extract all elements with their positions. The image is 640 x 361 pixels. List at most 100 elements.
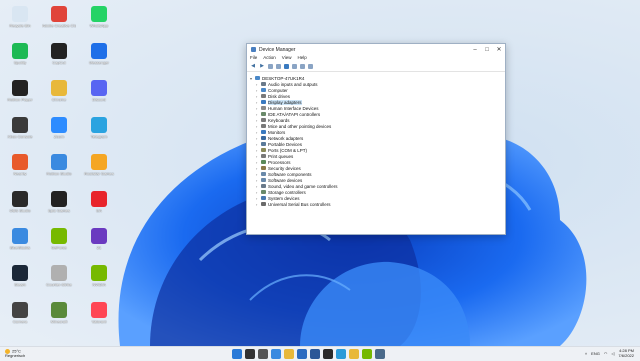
desktop-icon[interactable]: Minecraft <box>42 300 76 334</box>
xbox-icon <box>12 117 28 133</box>
steam-icon <box>12 265 28 281</box>
update-driver-icon[interactable] <box>292 64 297 69</box>
epic-icon <box>51 191 67 207</box>
desktop-icon[interactable]: OBS Studio <box>3 189 37 223</box>
desktop-icon[interactable]: Adobe Creative Cloud <box>42 4 76 38</box>
desktop-icon[interactable]: Steam <box>3 263 37 297</box>
task-view-icon[interactable] <box>258 349 268 359</box>
widgets-icon[interactable] <box>271 349 281 359</box>
menu-file[interactable]: File <box>250 55 257 62</box>
chevron-up-icon[interactable]: ˄ <box>585 351 587 356</box>
camera-icon <box>12 302 28 318</box>
start-icon[interactable] <box>232 349 242 359</box>
disk-icon <box>261 94 266 98</box>
view-icon[interactable] <box>276 64 281 69</box>
minimize-button[interactable]: – <box>469 47 481 53</box>
menu-help[interactable]: Help <box>297 55 306 62</box>
weather-widget[interactable]: 25°C Regnerisch <box>5 349 25 359</box>
storage-icon <box>261 190 266 194</box>
properties-icon[interactable] <box>268 64 273 69</box>
wifi-icon[interactable]: ◠ <box>604 351 608 356</box>
desktop-icon[interactable]: Chrome <box>42 78 76 112</box>
desktop-icon[interactable]: Nearby <box>3 152 37 186</box>
desktop-icon[interactable]: Epic Games <box>42 189 76 223</box>
desktop-icon[interactable]: CapCut <box>42 41 76 75</box>
desktop-icon[interactable]: Roblox Studio <box>42 152 76 186</box>
close-button[interactable]: ✕ <box>493 46 505 53</box>
menu-view[interactable]: View <box>282 55 292 62</box>
desktop: Recycle Bin Spotify Roblox Player Xbox Cons… <box>0 0 640 346</box>
desktop-icon[interactable]: Recycle Bin <box>3 4 37 38</box>
window-title: Device Manager <box>259 46 296 53</box>
device-manager-icon[interactable] <box>375 349 385 359</box>
desktop-icon[interactable]: Valorant <box>82 300 116 334</box>
processor-icon <box>261 160 266 164</box>
scan-hardware-icon[interactable] <box>300 64 305 69</box>
desktop-icon-label: Steam <box>14 282 26 287</box>
cs-icon <box>51 265 67 281</box>
desktop-icon-label: Discord <box>92 97 106 102</box>
desktop-icon[interactable]: EA <box>82 189 116 223</box>
menu-action[interactable]: Action <box>263 55 276 62</box>
volume-icon[interactable]: ◁ <box>611 351 614 356</box>
desktop-icon[interactable]: Roblox Player <box>3 78 37 112</box>
tree-node-label: Computer <box>268 87 288 93</box>
desktop-icon[interactable]: GeForce <box>42 226 76 260</box>
desktop-icon[interactable]: Spotify <box>3 41 37 75</box>
tree-node-label: Human Interface Devices <box>268 105 319 111</box>
nvidia-icon[interactable] <box>362 349 372 359</box>
desktop-icon[interactable]: WhatsApp <box>82 4 116 38</box>
desktop-icon-label: WhatsApp <box>89 23 109 28</box>
mouse-icon <box>261 124 266 128</box>
tree-node-label: Security devices <box>268 165 301 171</box>
desktop-icon[interactable]: Camera <box>3 300 37 334</box>
language-indicator[interactable]: ENG <box>591 351 600 356</box>
roblox-icon <box>12 80 28 96</box>
minecraft-icon <box>51 302 67 318</box>
desktop-icon[interactable]: Rockstar Games <box>82 152 116 186</box>
software-icon <box>261 172 266 176</box>
desktop-icon-label: NVIDIA <box>92 282 106 287</box>
nearby-icon <box>12 154 28 170</box>
tree-node-label: Monitors <box>268 129 286 135</box>
speaker-icon <box>261 82 266 86</box>
title-bar[interactable]: Device Manager – □ ✕ <box>247 44 505 55</box>
desktop-icon[interactable]: 21 <box>82 226 116 260</box>
hid-icon <box>261 106 266 110</box>
display-icon <box>261 100 266 104</box>
rockstar-icon <box>91 154 107 170</box>
port-icon <box>261 148 266 152</box>
help-icon[interactable] <box>284 64 289 69</box>
menu-bar: File Action View Help <box>247 55 505 62</box>
maximize-button[interactable]: □ <box>481 47 493 53</box>
desktop-icon[interactable]: Zoom <box>42 115 76 149</box>
desktop-icon[interactable]: Discord <box>82 78 116 112</box>
edge-icon[interactable] <box>336 349 346 359</box>
store-icon[interactable] <box>297 349 307 359</box>
desktop-icon-label: GeForce <box>51 245 67 250</box>
clock[interactable]: 4:28 PM 7/6/2022 <box>618 348 634 358</box>
desktop-icon[interactable]: Messenger <box>82 41 116 75</box>
chrome-icon[interactable] <box>349 349 359 359</box>
desktop-icon[interactable]: NVIDIA <box>82 263 116 297</box>
clock-date: 7/6/2022 <box>618 352 634 358</box>
word-icon[interactable] <box>310 349 320 359</box>
ide-icon <box>261 112 266 116</box>
desktop-icon[interactable]: Telegram <box>82 115 116 149</box>
search-icon[interactable] <box>245 349 255 359</box>
desktop-icon-label: Xbox Console <box>7 134 33 139</box>
file-explorer-icon[interactable] <box>284 349 294 359</box>
tree-node-label: Audio inputs and outputs <box>268 81 318 87</box>
desktop-icon[interactable]: BlueStacks <box>3 226 37 260</box>
tree-node-label: Print queues <box>268 153 294 159</box>
desktop-icon[interactable]: Xbox Console <box>3 115 37 149</box>
obs-icon[interactable] <box>323 349 333 359</box>
tree-node[interactable]: › Universal Serial Bus controllers <box>250 201 505 207</box>
desktop-icon-label: Zoom <box>53 134 65 139</box>
forward-arrow-icon[interactable]: ▶ <box>259 64 265 69</box>
desktop-icon[interactable]: Counter-Strike <box>42 263 76 297</box>
back-arrow-icon[interactable]: ◀ <box>250 64 256 69</box>
tree-node-label: Mice and other pointing devices <box>268 123 332 129</box>
monitor-icon[interactable] <box>308 64 313 69</box>
computer-icon <box>261 88 266 92</box>
